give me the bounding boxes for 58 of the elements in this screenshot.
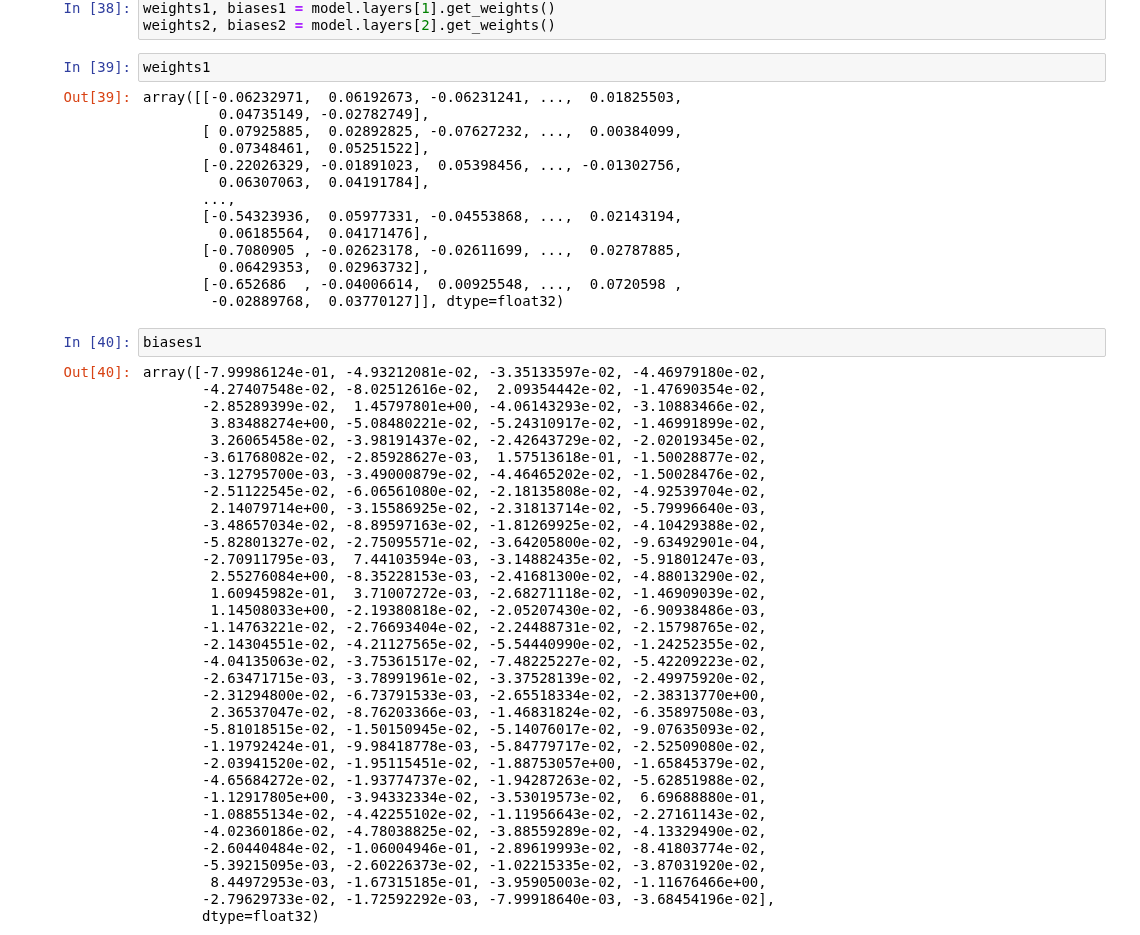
output-line: 1.14508033e+00, -2.19380818e-02, -2.05207430e-02, -6.90938486e-03, <box>209 602 767 619</box>
output-line: -4.65684272e-02, -1.93774737e-02, -1.94287263e-02, -5.62851988e-02, <box>201 772 767 789</box>
output-line: -5.39215095e-03, -2.60226373e-02, -1.02215335e-02, -3.87031920e-02, <box>201 857 767 874</box>
cell-prompt: Out[40]: <box>62 364 131 381</box>
output-line: [-0.652686 , -0.04006614, 0.00925548, ..., 0.0720598 , <box>201 276 683 293</box>
output-line: -0.02889768, 0.03770127]], dtype=float32) <box>209 293 565 310</box>
output-line: -4.04135063e-02, -3.75361517e-02, -7.48225227e-02, -5.42209223e-02, <box>201 653 767 670</box>
output-line: array([[-0.06232971, 0.06192673, -0.06231241, ..., 0.01825503, <box>143 89 683 106</box>
code-line: weights1 <box>143 59 211 76</box>
code-cell[interactable]: weights1 <box>138 53 1106 82</box>
output-line: -2.79629733e-02, -1.72592292e-03, -7.99918640e-03, -3.68454196e-02], <box>201 891 776 908</box>
output-line: -3.12795700e-03, -3.49000879e-02, -4.46465202e-02, -1.50028476e-02, <box>201 466 767 483</box>
output-line: [-0.7080905 , -0.02623178, -0.02611699, ..., 0.02787885, <box>201 242 683 259</box>
output-line: array([-7.99986124e-01, -4.93212081e-02, -3.35133597e-02, -4.46979180e-02, <box>143 364 767 381</box>
code-cell[interactable]: biases1 <box>138 328 1106 357</box>
output-line: -5.81018515e-02, -1.50150945e-02, -5.14076017e-02, -9.07635093e-02, <box>201 721 767 738</box>
output-line: -5.82801327e-02, -2.75095571e-02, -3.64205800e-02, -9.63492901e-04, <box>201 534 767 551</box>
output-line: -2.31294800e-02, -6.73791533e-03, -2.65518334e-02, -2.38313770e+00, <box>201 687 767 704</box>
output-line: -2.03941520e-02, -1.95115451e-02, -1.88753057e+00, -1.65845379e-02, <box>201 755 767 772</box>
output-line: 0.04735149, -0.02782749], <box>217 106 430 123</box>
output-line: -2.51122545e-02, -6.06561080e-02, -2.18135808e-02, -4.92539704e-02, <box>201 483 767 500</box>
output-line: -2.63471715e-03, -3.78991961e-02, -3.37528139e-02, -2.49975920e-02, <box>201 670 767 687</box>
output-line: ..., <box>201 191 236 208</box>
output-line: 3.83488274e+00, -5.08480221e-02, -5.24310917e-02, -1.46991899e-02, <box>209 415 767 432</box>
output-line: -4.27407548e-02, -8.02512616e-02, 2.09354442e-02, -1.47690354e-02, <box>201 381 767 398</box>
output-line: -2.60440484e-02, -1.06004946e-01, -2.89619993e-02, -8.41803774e-02, <box>201 840 767 857</box>
cell-prompt: In [40]: <box>62 333 131 351</box>
output-line: 2.36537047e-02, -8.76203366e-03, -1.46831824e-02, -6.35897508e-03, <box>209 704 767 721</box>
code-line: weights1, biases1 = model.layers[1].get_weights() <box>143 0 557 17</box>
cell-prompt: In [38]: <box>62 0 131 17</box>
code-line: biases1 <box>143 334 202 351</box>
output-line: -1.08855134e-02, -4.42255102e-02, -1.11956643e-02, -2.27161143e-02, <box>201 806 767 823</box>
output-line: 2.14079714e+00, -3.15586925e-02, -2.31813714e-02, -5.79996640e-03, <box>209 500 767 517</box>
output-line: -4.02360186e-02, -4.78038825e-02, -3.88559289e-02, -4.13329490e-02, <box>201 823 767 840</box>
output-line: -1.12917805e+00, -3.94332334e-02, -3.53019573e-02, 6.69688880e-01, <box>201 789 767 806</box>
output-line: -1.14763221e-02, -2.76693404e-02, -2.24488731e-02, -2.15798765e-02, <box>201 619 767 636</box>
output-line: -3.61768082e-02, -2.85928627e-03, 1.57513618e-01, -1.50028877e-02, <box>201 449 767 466</box>
output-line: -2.14304551e-02, -4.21127565e-02, -5.54440990e-02, -1.24252355e-02, <box>201 636 767 653</box>
output-line: 3.26065458e-02, -3.98191437e-02, -2.42643729e-02, -2.02019345e-02, <box>209 432 767 449</box>
output-line: dtype=float32) <box>201 908 320 925</box>
code-cell[interactable]: weights1, biases1 = model.layers[1].get_weights() weights2, biases2 = model.layers[2].get_weights() <box>138 0 1106 40</box>
output-line: 0.06307063, 0.04191784], <box>217 174 430 191</box>
output-line: -3.48657034e-02, -8.89597163e-02, -1.81269925e-02, -4.10429388e-02, <box>201 517 767 534</box>
output-line: 1.60945982e-01, 3.71007272e-03, -2.68271118e-02, -1.46909039e-02, <box>209 585 767 602</box>
output-line: 0.07348461, 0.05251522], <box>217 140 430 157</box>
output-line: [-0.54323936, 0.05977331, -0.04553868, ..., 0.02143194, <box>201 208 683 225</box>
output-line: [-0.22026329, -0.01891023, 0.05398456, ..., -0.01302756, <box>201 157 683 174</box>
output-line: 0.06429353, 0.02963732], <box>217 259 430 276</box>
output-line: -2.85289399e-02, 1.45797801e+00, -4.06143293e-02, -3.10883466e-02, <box>201 398 767 415</box>
output-line: 0.06185564, 0.04171476], <box>217 225 430 242</box>
output-line: 8.44972953e-03, -1.67315185e-01, -3.95905003e-02, -1.11676466e+00, <box>209 874 767 891</box>
cell-prompt: In [39]: <box>62 58 131 76</box>
output-line: -2.70911795e-03, 7.44103594e-03, -3.14882435e-02, -5.91801247e-03, <box>201 551 767 568</box>
code-line: weights2, biases2 = model.layers[2].get_weights() <box>143 17 557 34</box>
output-line: -1.19792424e-01, -9.98418778e-03, -5.84779717e-02, -2.52509080e-02, <box>201 738 767 755</box>
output-line: 2.55276084e+00, -8.35228153e-03, -2.41681300e-02, -4.88013290e-02, <box>209 568 767 585</box>
cell-prompt: Out[39]: <box>62 89 131 106</box>
output-line: [ 0.07925885, 0.02892825, -0.07627232, ..., 0.00384099, <box>201 123 683 140</box>
